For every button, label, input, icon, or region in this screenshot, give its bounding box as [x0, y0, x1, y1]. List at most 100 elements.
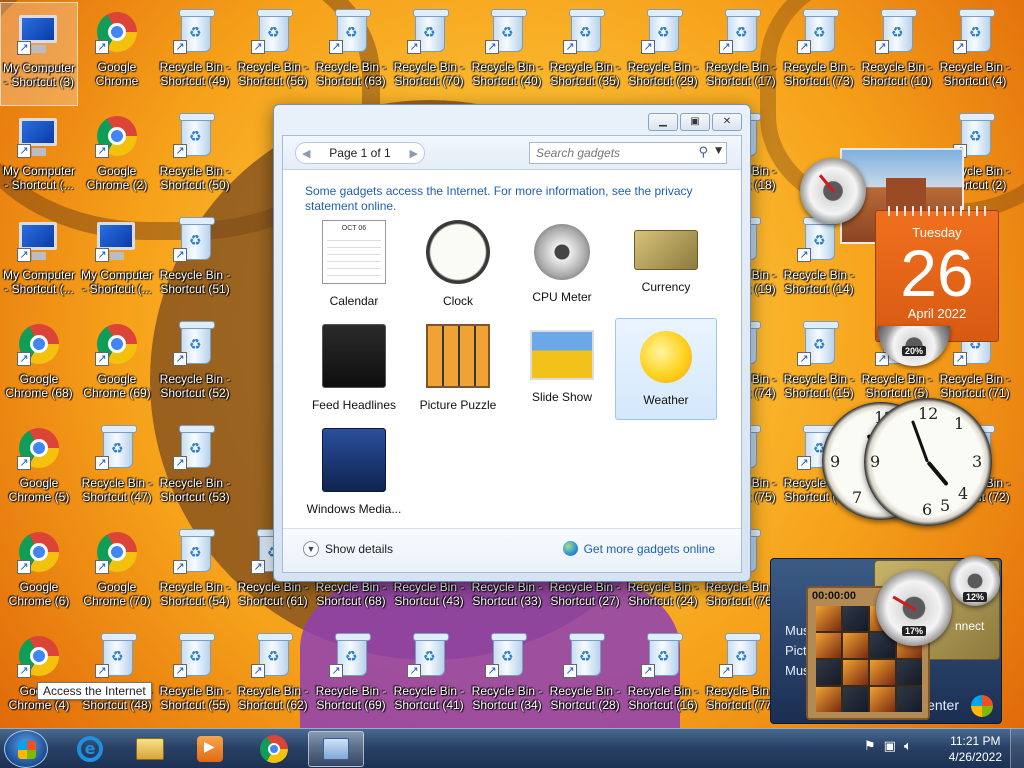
- puzzle-tile[interactable]: [843, 660, 868, 685]
- desktop-icon-computer[interactable]: ↗ My Computer - Shortcut (...: [0, 106, 78, 210]
- desktop-icon-bin[interactable]: ↗ Recycle Bin - Shortcut (62): [234, 626, 312, 728]
- puzzle-tile[interactable]: [843, 633, 868, 658]
- puzzle-tile[interactable]: [816, 687, 841, 712]
- desktop-icon-bin[interactable]: ↗ Recycle Bin - Shortcut (49): [156, 2, 234, 106]
- desktop-icon-computer[interactable]: ↗ My Computer - Shortcut (...: [0, 210, 78, 314]
- desktop-icon-label: Recycle Bin - Shortcut (53): [159, 476, 231, 504]
- desktop-icon-chrome[interactable]: ↗ Google Chrome: [78, 2, 156, 106]
- puzzle-tile[interactable]: [897, 660, 922, 685]
- search-dropdown-icon[interactable]: ▼: [715, 146, 722, 156]
- desktop-icon-computer[interactable]: ↗ My Computer - Shortcut (3): [0, 2, 78, 106]
- desktop-icon-bin[interactable]: ↗ Recycle Bin - Shortcut (77): [702, 626, 780, 728]
- desktop-icon-bin[interactable]: ↗ Recycle Bin - Shortcut (50): [156, 106, 234, 210]
- taskbar-media-player[interactable]: [182, 731, 238, 767]
- puzzle-tile[interactable]: [816, 606, 841, 631]
- shortcut-arrow-icon: ↗: [95, 664, 109, 678]
- calendar-gadget[interactable]: Tuesday 26 April 2022: [875, 206, 999, 342]
- gadget-label: CPU Meter: [532, 290, 592, 304]
- desktop-icon-bin[interactable]: ↗ Recycle Bin - Shortcut (15): [780, 314, 858, 418]
- gadget-tile[interactable]: Slide Show: [511, 318, 613, 420]
- desktop-icon-label: Recycle Bin - Shortcut (16): [627, 684, 699, 712]
- desktop-icon-label: Recycle Bin - Shortcut (5): [861, 372, 933, 400]
- desktop-icon-bin[interactable]: ↗ Recycle Bin - Shortcut (56): [234, 2, 312, 106]
- minimize-button[interactable]: ▁: [648, 113, 678, 131]
- next-page-icon[interactable]: ▶: [410, 147, 418, 160]
- desktop-icon-bin[interactable]: ↗Recycle Bin - Shortcut (48): [78, 626, 156, 728]
- desktop-icon-bin[interactable]: ↗ Recycle Bin - Shortcut (17): [702, 2, 780, 106]
- desktop-icon-bin[interactable]: ↗ Recycle Bin - Shortcut (34): [468, 626, 546, 728]
- recycle-bin-icon: ↗: [93, 632, 141, 680]
- desktop-icon-bin[interactable]: ↗ Recycle Bin - Shortcut (52): [156, 314, 234, 418]
- desktop-icon-computer[interactable]: ↗ My Computer - Shortcut (...: [78, 210, 156, 314]
- desktop-icon-bin[interactable]: ↗ Recycle Bin - Shortcut (35): [546, 2, 624, 106]
- desktop-icon-chrome[interactable]: ↗ Google Chrome (68): [0, 314, 78, 418]
- cpu-meter-gadget-right[interactable]: 12%: [950, 556, 1000, 606]
- desktop-icon-bin[interactable]: ↗ Recycle Bin - Shortcut (53): [156, 418, 234, 522]
- gadget-tile[interactable]: Clock: [407, 214, 509, 316]
- desktop-icon-bin[interactable]: ↗ Recycle Bin - Shortcut (47): [78, 418, 156, 522]
- desktop-icon-bin[interactable]: ↗ Recycle Bin - Shortcut (55): [156, 626, 234, 728]
- desktop-icon-chrome[interactable]: ↗ Google Chrome (6): [0, 522, 78, 626]
- desktop-icon-chrome[interactable]: ↗ Google Chrome (70): [78, 522, 156, 626]
- taskbar-file-explorer[interactable]: [122, 731, 178, 767]
- desktop-icon-bin[interactable]: ↗ Recycle Bin - Shortcut (16): [624, 626, 702, 728]
- close-button[interactable]: ✕: [712, 113, 742, 131]
- taskbar-google-chrome[interactable]: [246, 731, 302, 767]
- desktop-icon-bin[interactable]: ↗ Recycle Bin - Shortcut (4): [936, 2, 1014, 106]
- cpu-meter-gadget-large[interactable]: 17%: [876, 570, 952, 646]
- desktop-icon-bin[interactable]: ↗ Recycle Bin - Shortcut (54): [156, 522, 234, 626]
- puzzle-tile[interactable]: [843, 606, 868, 631]
- search-input[interactable]: [536, 146, 686, 160]
- desktop-icon-label: Recycle Bin - Shortcut (76): [705, 580, 777, 608]
- desktop-icon-bin[interactable]: ↗ Recycle Bin - Shortcut (41): [390, 626, 468, 728]
- volume-icon[interactable]: 🔈︎: [904, 739, 912, 754]
- network-alert-icon[interactable]: ⚑: [864, 739, 876, 754]
- gadget-tile[interactable]: Windows Media...: [303, 422, 405, 524]
- puzzle-tile[interactable]: [897, 687, 922, 712]
- puzzle-tile[interactable]: [816, 660, 841, 685]
- puzzle-tile[interactable]: [843, 687, 868, 712]
- clock-gadget[interactable]: 12 1 3 4 6 5 9: [864, 398, 992, 526]
- cpu-meter-gadget-small[interactable]: [800, 158, 866, 224]
- puzzle-tile[interactable]: [870, 687, 895, 712]
- chrome-icon: ↗: [15, 528, 63, 576]
- desktop-icon-bin[interactable]: ↗ Recycle Bin - Shortcut (69): [312, 626, 390, 728]
- desktop-icon-bin[interactable]: ↗ Recycle Bin - Shortcut (70): [390, 2, 468, 106]
- desktop-icon-bin[interactable]: ↗ Recycle Bin - Shortcut (29): [624, 2, 702, 106]
- gadget-tile[interactable]: OCT 06 Calendar: [303, 214, 405, 316]
- gadget-tile[interactable]: Picture Puzzle: [407, 318, 509, 420]
- show-desktop-button[interactable]: [1010, 729, 1024, 768]
- taskbar-internet-explorer[interactable]: e: [62, 731, 118, 767]
- desktop-icon-label: Recycle Bin - Shortcut (56): [237, 60, 309, 88]
- privacy-notice-link[interactable]: Some gadgets access the Internet. For mo…: [305, 184, 725, 214]
- taskbar-gadgets[interactable]: [308, 731, 364, 767]
- show-details-button[interactable]: ▼ Show details: [303, 541, 393, 557]
- restore-button[interactable]: ▣: [680, 113, 710, 131]
- network-icon[interactable]: ▣: [884, 739, 896, 754]
- slide-show-icon: [530, 330, 594, 380]
- puzzle-tile[interactable]: [870, 660, 895, 685]
- search-icon[interactable]: ⚲: [698, 145, 708, 160]
- desktop-icon-bin[interactable]: ↗ Recycle Bin - Shortcut (10): [858, 2, 936, 106]
- desktop-icon-bin[interactable]: ↗ Recycle Bin - Shortcut (28): [546, 626, 624, 728]
- search-box[interactable]: ⚲ ▼: [529, 142, 727, 164]
- puzzle-tile[interactable]: [816, 633, 841, 658]
- prev-page-icon[interactable]: ◀: [302, 147, 310, 160]
- gadget-tile[interactable]: CPU Meter: [511, 214, 613, 316]
- desktop-icon-bin[interactable]: ↗ Recycle Bin - Shortcut (51): [156, 210, 234, 314]
- gadget-tile[interactable]: Currency: [615, 214, 717, 316]
- gadget-tile[interactable]: Weather: [615, 318, 717, 420]
- start-button[interactable]: [4, 730, 48, 768]
- desktop-icon-chrome[interactable]: ↗ Google Chrome (2): [78, 106, 156, 210]
- desktop-icon-chrome[interactable]: ↗ Google Chrome (5): [0, 418, 78, 522]
- desktop-icon-bin[interactable]: ↗ Recycle Bin - Shortcut (40): [468, 2, 546, 106]
- desktop-icon-bin[interactable]: ↗ Recycle Bin - Shortcut (73): [780, 2, 858, 106]
- desktop-icon-bin[interactable]: ↗ Recycle Bin - Shortcut (63): [312, 2, 390, 106]
- taskbar-clock[interactable]: 11:21 PM 4/26/2022: [949, 733, 1002, 765]
- desktop-icon-chrome[interactable]: ↗ Google Chrome (69): [78, 314, 156, 418]
- gadget-tile[interactable]: Feed Headlines: [303, 318, 405, 420]
- chrome-icon: ↗: [15, 632, 63, 680]
- shortcut-arrow-icon: ↗: [173, 144, 187, 158]
- get-more-gadgets-link[interactable]: Get more gadgets online: [562, 541, 715, 556]
- desktop-icon-chrome[interactable]: ↗Google Chrome (4): [0, 626, 78, 728]
